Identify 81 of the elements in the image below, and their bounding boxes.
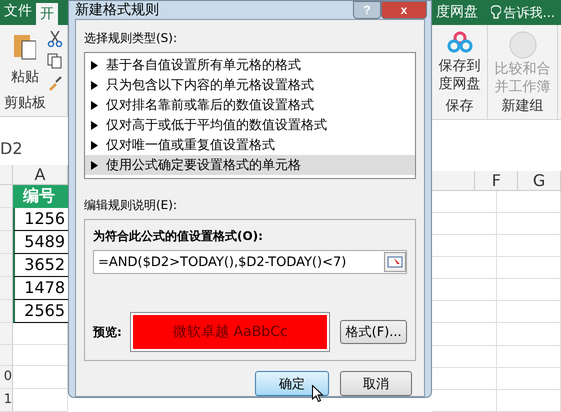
copy-icon[interactable] <box>47 53 63 69</box>
group-label: 新建组 <box>502 97 544 116</box>
table-cell <box>497 212 561 235</box>
range-select-icon[interactable] <box>384 252 406 272</box>
table-cell <box>13 389 68 412</box>
table-cell <box>497 257 561 280</box>
section-label: 编辑规则说明(E): <box>84 197 178 214</box>
row-header[interactable] <box>0 231 13 254</box>
row-header[interactable] <box>0 208 13 232</box>
close-button[interactable]: x <box>381 1 427 19</box>
column-header[interactable] <box>432 170 476 191</box>
table-cell <box>497 190 561 213</box>
triangle-icon <box>91 60 98 70</box>
table-cell <box>432 301 497 324</box>
table-cell <box>497 368 561 390</box>
tell-me-text[interactable]: 告诉我... <box>504 4 555 22</box>
table-cell <box>432 368 497 390</box>
table-cell <box>13 323 68 345</box>
list-item[interactable]: 使用公式确定要设置格式的单元格 <box>85 155 415 175</box>
ok-button[interactable]: 确定 <box>255 371 329 396</box>
row-header[interactable] <box>0 277 13 300</box>
table-cell <box>432 323 497 346</box>
table-cell <box>13 366 68 390</box>
field-label: 为符合此公式的值设置格式(O): <box>93 228 264 245</box>
row-header[interactable] <box>0 300 13 324</box>
group-label: 保存 <box>446 97 474 116</box>
table-cell <box>13 344 68 366</box>
column-header[interactable]: F <box>475 170 518 191</box>
table-cell <box>497 301 561 324</box>
row-header[interactable] <box>0 254 13 278</box>
scissors-icon[interactable] <box>47 31 63 47</box>
table-cell <box>432 346 497 368</box>
table-cell <box>432 390 497 412</box>
table-cell: 编号 <box>13 185 68 208</box>
triangle-icon <box>91 80 98 90</box>
row-header[interactable]: 1 <box>0 389 13 412</box>
table-cell: 5489 <box>13 231 68 254</box>
table-cell <box>497 323 561 346</box>
row-header[interactable] <box>0 185 13 208</box>
table-cell <box>497 390 561 412</box>
format-button[interactable]: 格式(F)... <box>340 320 407 344</box>
ribbon-tab[interactable]: 文件 <box>0 0 36 25</box>
table-cell <box>432 190 497 213</box>
table-cell: 1478 <box>13 277 68 300</box>
formula-field[interactable]: =AND($D2>TODAY(),$D2-TODAY()<7) <box>93 250 407 274</box>
group-label: 剪贴板 <box>4 94 46 112</box>
cursor-icon <box>312 385 323 402</box>
window-title: 新建格式规则 <box>75 1 160 19</box>
table-cell <box>432 257 497 280</box>
table-cell <box>432 212 497 235</box>
table-cell <box>497 279 561 302</box>
lightbulb-icon <box>490 4 501 20</box>
triangle-icon <box>91 160 98 170</box>
table-cell: 2565 <box>13 300 68 324</box>
column-header[interactable]: A <box>13 165 68 186</box>
table-cell: 1256 <box>13 208 68 232</box>
table-cell <box>497 234 561 258</box>
column-header[interactable]: G <box>518 170 561 191</box>
table-cell <box>432 279 497 302</box>
row-header[interactable]: 0 <box>0 366 13 390</box>
cancel-button[interactable]: 取消 <box>340 371 412 396</box>
table-cell <box>432 234 497 258</box>
paste-label[interactable]: 粘贴 <box>11 68 39 86</box>
ribbon-button[interactable]: 保存到度网盘 <box>438 57 482 94</box>
table-cell: 3652 <box>13 254 68 278</box>
cloud-icon <box>446 31 472 53</box>
section-label: 选择规则类型(S): <box>84 30 178 47</box>
brush-icon[interactable] <box>47 75 63 91</box>
triangle-icon <box>91 120 98 130</box>
ribbon-tab[interactable]: 度网盘 <box>432 0 482 25</box>
preview-label: 预览: <box>93 324 123 340</box>
table-cell <box>497 346 561 368</box>
ribbon-tab[interactable]: 开 <box>36 3 58 25</box>
format-preview: 微软卓越 AaBbCc <box>133 315 328 349</box>
circle-icon <box>508 31 536 59</box>
name-box[interactable]: D2 <box>0 138 22 158</box>
corner-cell[interactable] <box>0 165 13 186</box>
triangle-icon <box>91 100 98 110</box>
triangle-icon <box>91 140 98 150</box>
row-header[interactable] <box>0 344 13 366</box>
row-header[interactable] <box>0 323 13 345</box>
